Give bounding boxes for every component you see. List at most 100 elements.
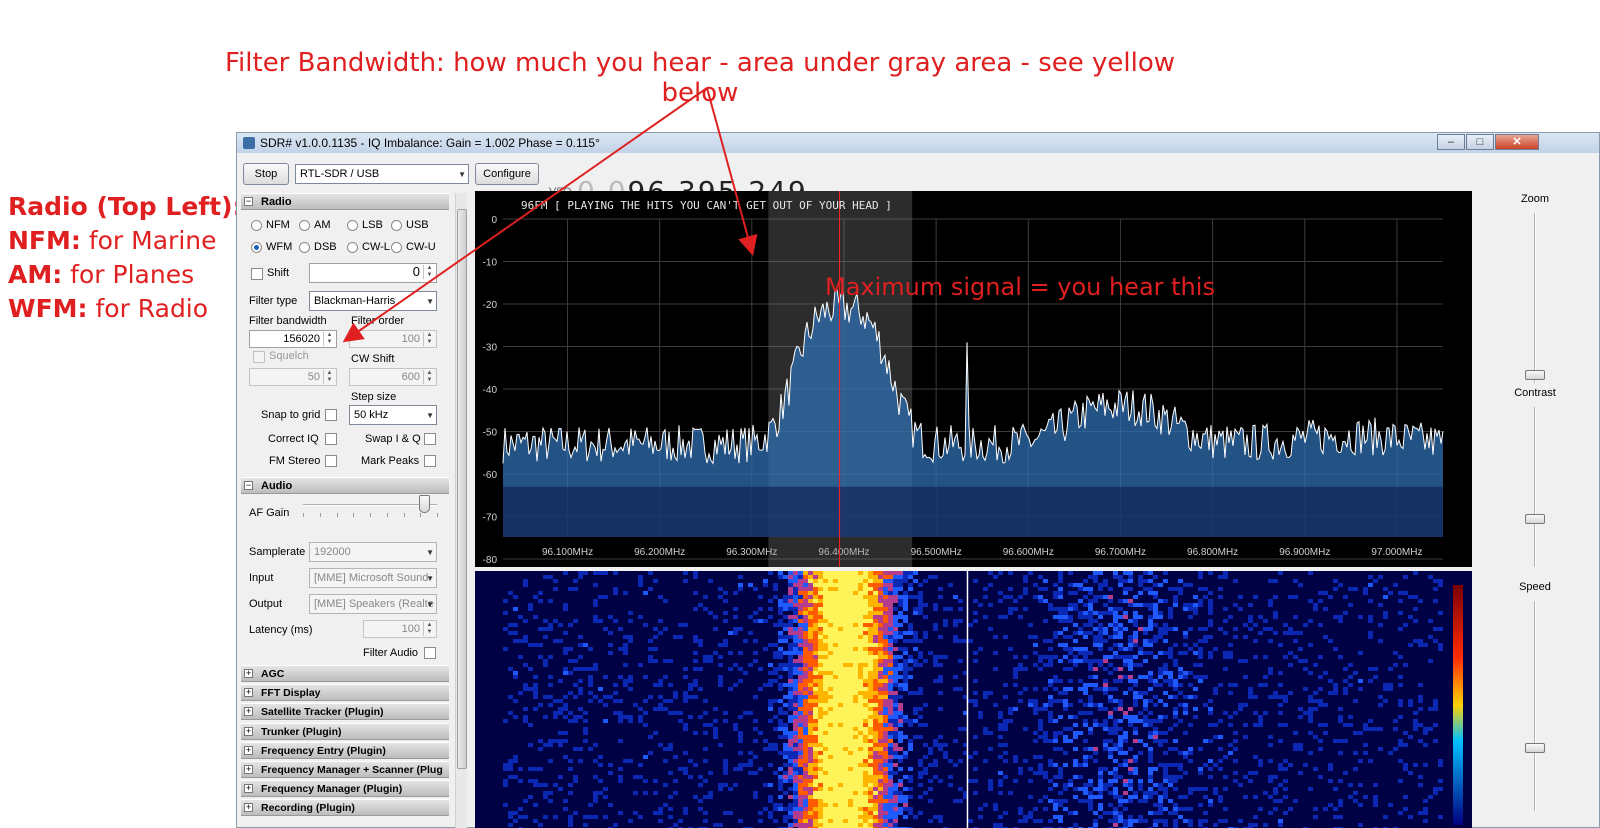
spectrum-analyzer[interactable]: 0 -10 -20 -30 -40 -50 -60 -70 -80 96.100MHz 96.200…	[475, 191, 1472, 567]
waterfall-cell	[873, 687, 878, 691]
mode-radio-dsb[interactable]: DSB	[299, 241, 337, 253]
waterfall-cell	[823, 795, 828, 799]
waterfall-cell	[888, 779, 893, 783]
filter-order-input[interactable]: 100 ▲ ▼	[349, 330, 437, 348]
waterfall-cell	[1178, 763, 1183, 767]
contrast-slider-thumb[interactable]	[1525, 514, 1545, 524]
waterfall-cell	[738, 731, 743, 735]
waterfall-cell	[1148, 811, 1153, 815]
plugin-section-header[interactable]: + Frequency Entry (Plugin)	[241, 741, 449, 759]
plugin-section-header[interactable]: + Frequency Manager + Scanner (Plug	[241, 761, 449, 778]
snap-to-grid-checkbox[interactable]	[325, 409, 337, 421]
squelch-checkbox[interactable]	[253, 351, 265, 363]
waterfall-cell	[908, 723, 913, 727]
waterfall-cell	[1163, 763, 1168, 767]
waterfall-cell	[1278, 767, 1283, 771]
output-select[interactable]: [MME] Speakers (Realte ▼	[309, 594, 437, 614]
waterfall-cell	[808, 599, 813, 603]
minimize-icon[interactable]: –	[1437, 134, 1465, 150]
waterfall-cell	[1383, 687, 1388, 691]
control-panel-scrollbar[interactable]	[455, 193, 467, 828]
waterfall-cell	[808, 631, 813, 635]
input-value: [MME] Microsoft Sound	[314, 572, 429, 584]
source-select[interactable]: RTL-SDR / USB ▼	[295, 164, 469, 184]
waterfall-display[interactable]	[475, 571, 1472, 828]
input-select[interactable]: [MME] Microsoft Sound ▼	[309, 568, 437, 588]
waterfall-cell	[918, 611, 923, 615]
waterfall-cell	[883, 751, 888, 755]
waterfall-cell	[1133, 715, 1138, 719]
waterfall-cell	[878, 675, 883, 679]
waterfall-cell	[1038, 667, 1043, 671]
waterfall-cell	[888, 571, 893, 575]
waterfall-cell	[1288, 691, 1293, 695]
waterfall-cell	[803, 683, 808, 687]
configure-button[interactable]: Configure	[475, 163, 539, 185]
filter-bandwidth-input[interactable]: 156020 ▲ ▼	[249, 330, 337, 348]
plugin-section-header[interactable]: + Recording (Plugin)	[241, 799, 449, 817]
close-icon[interactable]: ✕	[1495, 134, 1539, 150]
waterfall-cell	[618, 699, 623, 703]
speed-slider-thumb[interactable]	[1525, 743, 1545, 753]
waterfall-cell	[813, 759, 818, 763]
mode-radio-am[interactable]: AM	[299, 219, 331, 231]
plugin-section-header[interactable]: + Frequency Manager (Plugin)	[241, 780, 449, 798]
waterfall-cell	[533, 707, 538, 711]
shift-input[interactable]: 0 ▲ ▼	[309, 263, 437, 283]
waterfall-cell	[803, 747, 808, 751]
waterfall-cell	[1083, 587, 1088, 591]
waterfall-cell	[1408, 703, 1413, 707]
squelch-input[interactable]: 50 ▲ ▼	[249, 368, 337, 386]
shift-checkbox[interactable]	[251, 268, 263, 280]
waterfall-cell	[568, 767, 573, 771]
stop-button[interactable]: Stop	[243, 163, 289, 185]
waterfall-cell	[673, 711, 678, 715]
fm-stereo-checkbox[interactable]	[325, 455, 337, 467]
waterfall-cell	[823, 735, 828, 739]
waterfall-cell	[908, 659, 913, 663]
samplerate-select[interactable]: 192000 ▼	[309, 542, 437, 562]
mode-radio-nfm[interactable]: NFM	[251, 219, 290, 231]
waterfall-cell	[948, 759, 953, 763]
waterfall-cell	[1183, 807, 1188, 811]
waterfall-cell	[1158, 783, 1163, 787]
waterfall-cell	[993, 703, 998, 707]
contrast-track	[1534, 407, 1536, 567]
mode-radio-cw-u[interactable]: CW-U	[391, 241, 436, 253]
scrollbar-thumb[interactable]	[457, 209, 467, 769]
waterfall-cell	[693, 651, 698, 655]
step-size-select[interactable]: 50 kHz ▼	[349, 405, 437, 425]
slider-tick	[386, 513, 388, 517]
waterfall-cell	[793, 587, 798, 591]
plugin-section-header[interactable]: + AGC	[241, 665, 449, 682]
waterfall-cell	[1038, 755, 1043, 759]
mode-radio-wfm[interactable]: WFM	[251, 241, 292, 253]
filter-type-select[interactable]: Blackman-Harris ▼	[309, 291, 437, 311]
af-gain-slider-thumb[interactable]	[418, 495, 430, 513]
waterfall-cell	[1118, 647, 1123, 651]
waterfall-cell	[673, 691, 678, 695]
waterfall-cell	[1438, 583, 1443, 587]
mode-radio-usb[interactable]: USB	[391, 219, 429, 231]
waterfall-cell	[833, 667, 838, 671]
waterfall-cell	[1403, 743, 1408, 747]
mode-radio-cw-l[interactable]: CW-L	[347, 241, 390, 253]
correct-iq-checkbox[interactable]	[325, 433, 337, 445]
mode-radio-lsb[interactable]: LSB	[347, 219, 383, 231]
waterfall-cell	[1218, 767, 1223, 771]
zoom-slider-thumb[interactable]	[1525, 369, 1545, 380]
latency-input[interactable]: 100 ▲ ▼	[363, 620, 437, 638]
waterfall-cell	[883, 623, 888, 627]
mark-peaks-checkbox[interactable]	[424, 455, 436, 467]
audio-section-header[interactable]: − Audio	[241, 477, 449, 494]
plugin-section-header[interactable]: + FFT Display	[241, 684, 449, 702]
waterfall-cell	[898, 595, 903, 599]
plugin-section-header[interactable]: + Satellite Tracker (Plugin)	[241, 703, 449, 721]
filter-audio-checkbox[interactable]	[424, 647, 436, 659]
waterfall-cell	[778, 687, 783, 691]
plugin-section-header[interactable]: + Trunker (Plugin)	[241, 722, 449, 740]
swap-iq-checkbox[interactable]	[424, 433, 436, 445]
maximize-icon[interactable]: □	[1466, 134, 1494, 150]
cw-shift-input[interactable]: 600 ▲ ▼	[349, 368, 437, 386]
radio-section-header[interactable]: − Radio	[241, 193, 449, 210]
